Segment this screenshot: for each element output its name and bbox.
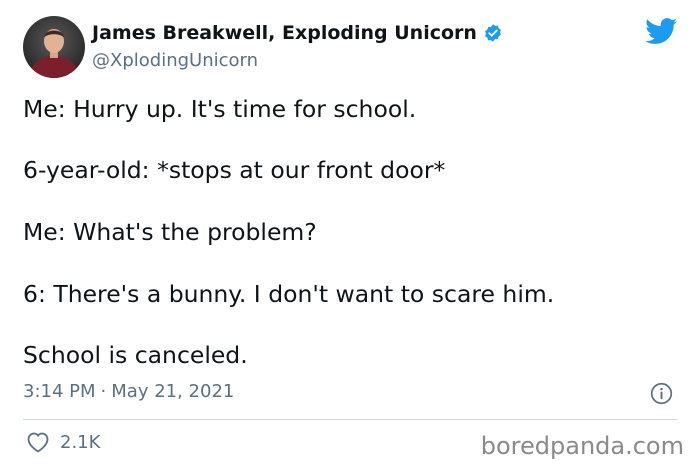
- tweet-text-line-2: 6-year-old: *stops at our front door*: [23, 156, 446, 184]
- author-handle[interactable]: @XplodingUnicorn: [92, 50, 258, 71]
- display-name[interactable]: James Breakwell, Exploding Unicorn: [92, 22, 477, 44]
- info-icon[interactable]: [650, 382, 673, 405]
- tweet-text-line-3: Me: What's the problem?: [23, 218, 317, 246]
- avatar[interactable]: [23, 16, 85, 78]
- like-count: 2.1K: [60, 431, 101, 453]
- tweet-text-line-1: Me: Hurry up. It's time for school.: [23, 95, 417, 123]
- twitter-bird-icon[interactable]: [645, 18, 678, 45]
- watermark: boredpanda.com: [480, 432, 684, 460]
- tweet-time: 3:14 PM: [23, 381, 96, 402]
- heart-icon: [27, 432, 49, 453]
- divider: [23, 419, 677, 420]
- tweet-date: May 21, 2021: [111, 381, 235, 402]
- tweet-timestamp[interactable]: 3:14 PM · May 21, 2021: [23, 381, 234, 402]
- tweet-text-line-4: 6: There's a bunny. I don't want to scar…: [23, 280, 555, 308]
- verified-badge-icon: [483, 23, 503, 43]
- like-button[interactable]: 2.1K: [26, 431, 100, 453]
- author-name-row: James Breakwell, Exploding Unicorn: [92, 22, 503, 44]
- tweet-text-line-5: School is canceled.: [23, 341, 248, 369]
- timestamp-separator: ·: [100, 381, 107, 402]
